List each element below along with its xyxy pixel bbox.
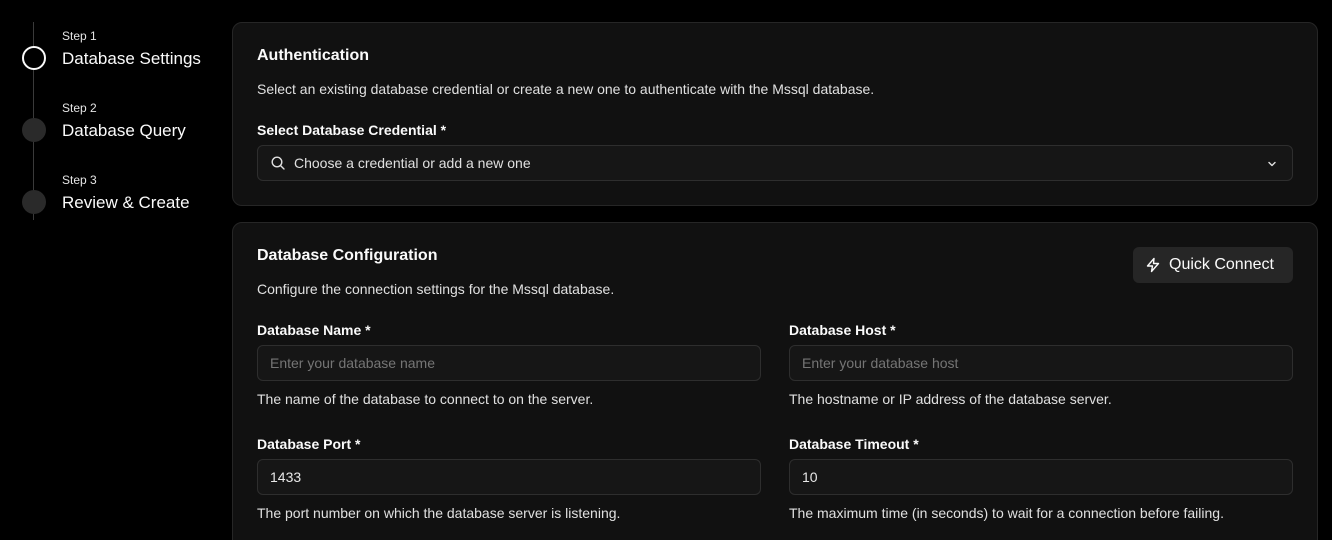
step-3-title: Review & Create [62, 193, 190, 212]
lightning-icon [1145, 257, 1161, 273]
step-3-indicator [22, 190, 46, 214]
step-3-number: Step 3 [62, 173, 97, 187]
step-2-indicator [22, 118, 46, 142]
quick-connect-button[interactable]: Quick Connect [1133, 247, 1293, 283]
step-2[interactable]: Step 2 Database Query [0, 100, 232, 160]
database-name-label: Database Name * [257, 322, 371, 338]
step-2-number: Step 2 [62, 101, 97, 115]
stepper: Step 1 Database Settings Step 2 Database… [0, 0, 232, 540]
credential-label: Select Database Credential * [257, 122, 447, 138]
search-icon [270, 155, 286, 171]
database-host-label: Database Host * [789, 322, 896, 338]
step-2-title: Database Query [62, 121, 186, 140]
step-3[interactable]: Step 3 Review & Create [0, 172, 232, 232]
chevron-down-icon [1266, 157, 1278, 169]
step-1[interactable]: Step 1 Database Settings [0, 28, 232, 88]
quick-connect-label: Quick Connect [1169, 256, 1274, 273]
database-configuration-card: Database Configuration Configure the con… [232, 222, 1318, 540]
database-timeout-label: Database Timeout * [789, 436, 919, 452]
database-port-input[interactable] [257, 459, 761, 495]
configuration-description: Configure the connection settings for th… [257, 281, 615, 297]
database-name-input[interactable] [257, 345, 761, 381]
credential-placeholder: Choose a credential or add a new one [294, 155, 531, 171]
database-timeout-help: The maximum time (in seconds) to wait fo… [789, 505, 1224, 521]
database-name-help: The name of the database to connect to o… [257, 391, 594, 407]
authentication-card: Authentication Select an existing databa… [232, 22, 1318, 206]
step-1-number: Step 1 [62, 29, 97, 43]
authentication-title: Authentication [257, 47, 369, 64]
database-host-input[interactable] [789, 345, 1293, 381]
authentication-description: Select an existing database credential o… [257, 81, 875, 97]
credential-select[interactable]: Choose a credential or add a new one [257, 145, 1293, 181]
database-host-help: The hostname or IP address of the databa… [789, 391, 1112, 407]
configuration-title: Database Configuration [257, 247, 438, 264]
database-port-label: Database Port * [257, 436, 361, 452]
step-1-indicator [22, 46, 46, 70]
database-port-help: The port number on which the database se… [257, 505, 621, 521]
create-data-source-page: Step 1 Database Settings Step 2 Database… [0, 0, 1332, 540]
step-1-title: Database Settings [62, 49, 201, 68]
database-timeout-input[interactable] [789, 459, 1293, 495]
